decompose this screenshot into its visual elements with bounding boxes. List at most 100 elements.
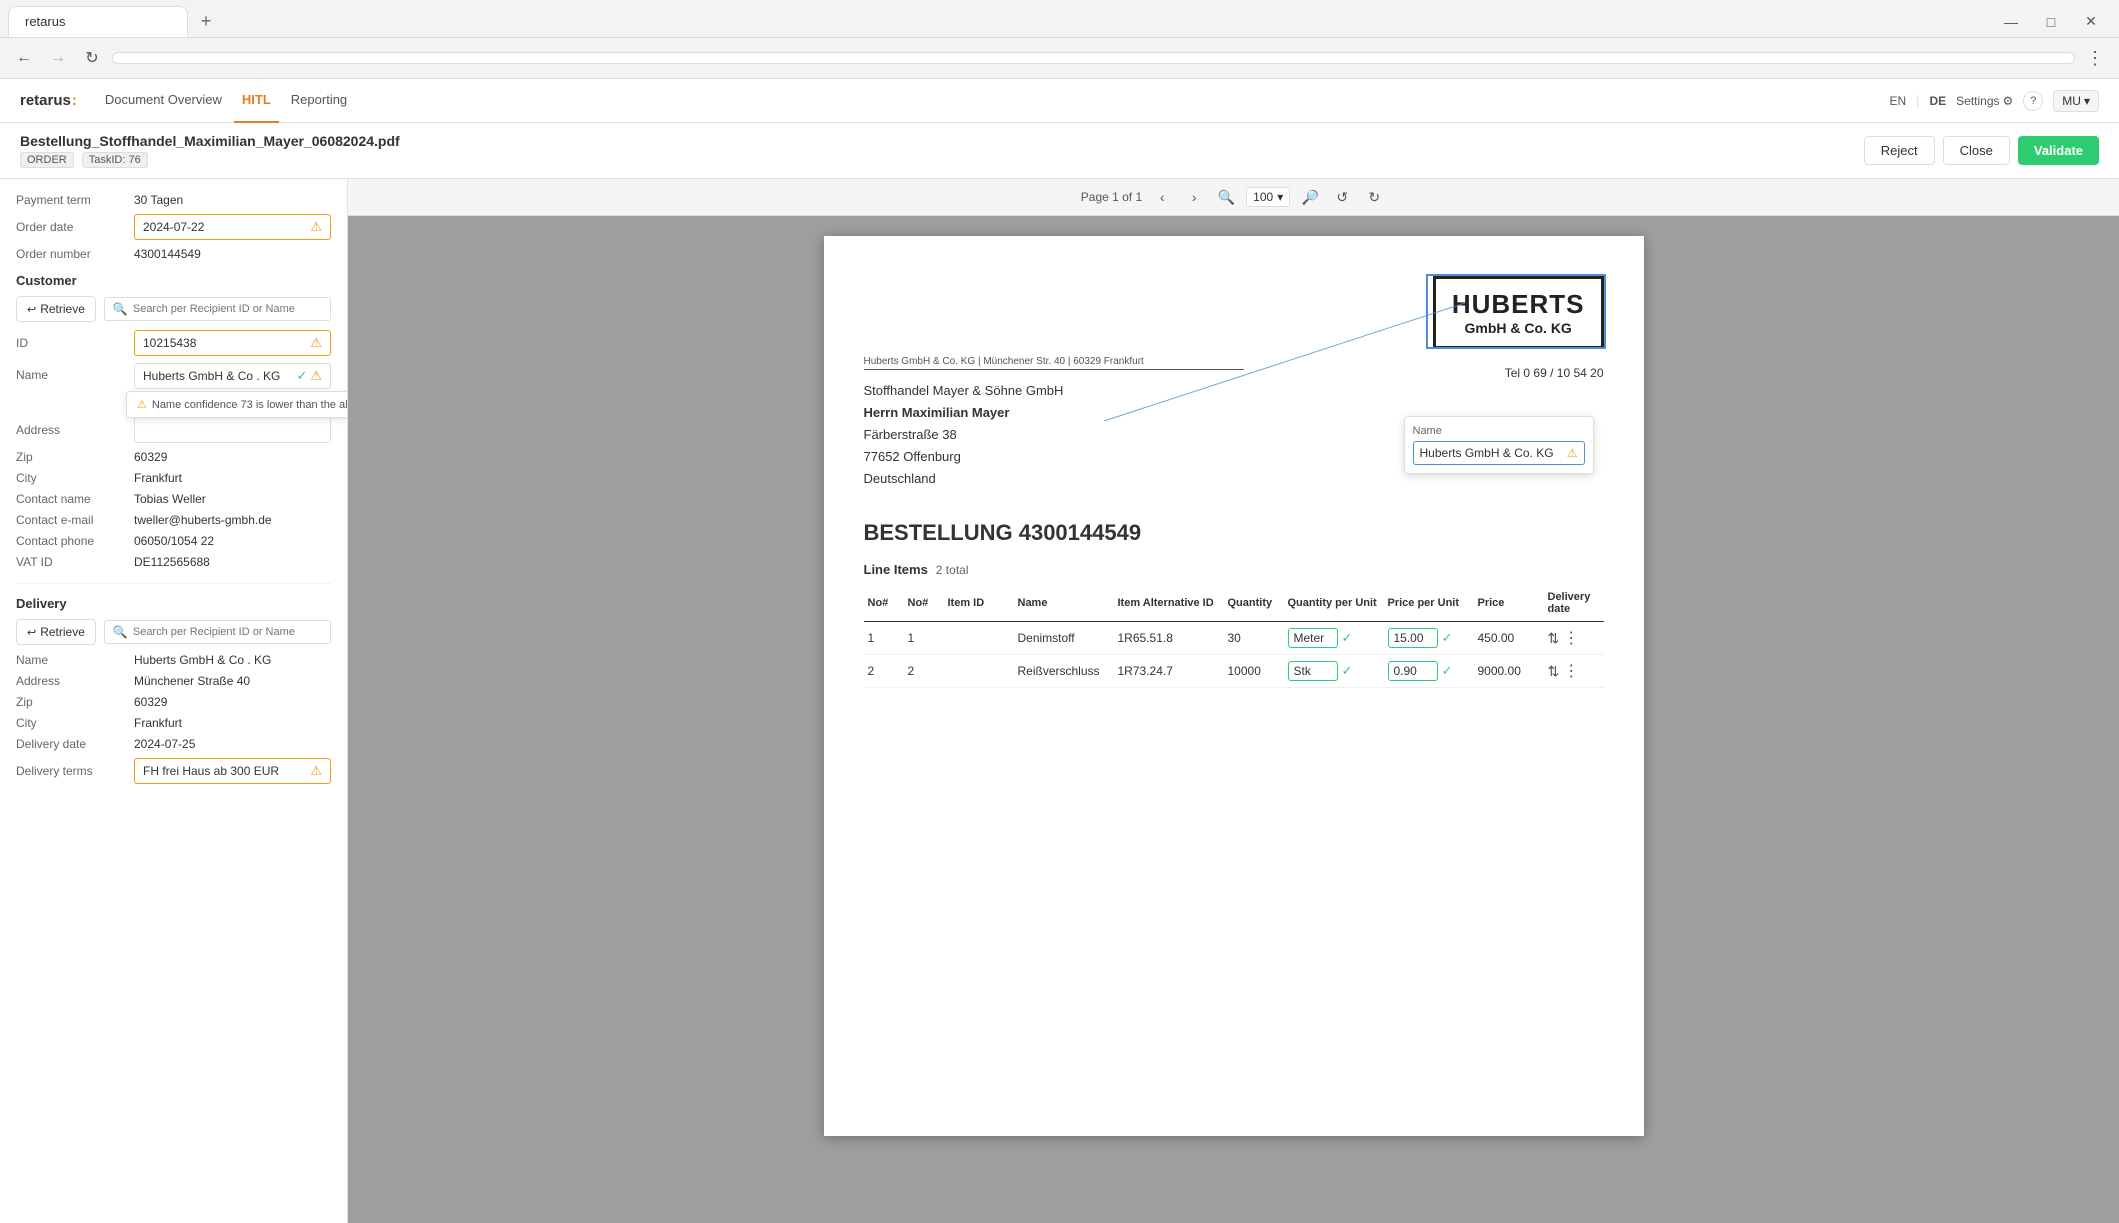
contact-name-value: Tobias Weller	[134, 492, 206, 506]
customer-id-label: ID	[16, 336, 126, 350]
customer-search-wrapper[interactable]: 🔍	[104, 297, 331, 321]
pdf-prev-page-button[interactable]: ‹	[1150, 185, 1174, 209]
reject-button[interactable]: Reject	[1864, 136, 1935, 165]
lang-en[interactable]: EN	[1889, 94, 1906, 108]
order-number-value: 4300144549	[134, 247, 201, 261]
pdf-recipient-line3: Färberstraße 38	[864, 424, 1244, 446]
customer-address-row: Address	[16, 417, 331, 443]
close-button[interactable]: Close	[1943, 136, 2010, 165]
contact-email-row: Contact e-mail tweller@huberts-gmbh.de	[16, 513, 331, 527]
user-menu-button[interactable]: MU ▾	[2053, 90, 2099, 112]
customer-name-input[interactable]: Huberts GmbH & Co . KG ✓ ⚠	[134, 363, 331, 389]
row1-price: 450.00	[1474, 622, 1544, 655]
name-warning-icon: ⚠	[310, 368, 322, 384]
pdf-logo-sub: GmbH & Co. KG	[1452, 320, 1585, 336]
pdf-recipient-line5: Deutschland	[864, 468, 1244, 490]
customer-address-input[interactable]	[134, 417, 331, 443]
delivery-city-label: City	[16, 716, 126, 730]
pdf-name-popup: Name Huberts GmbH & Co. KG ⚠	[1404, 416, 1594, 474]
pdf-recipient-line4: 77652 Offenburg	[864, 446, 1244, 468]
pdf-name-popup-input[interactable]: Huberts GmbH & Co. KG ⚠	[1413, 441, 1585, 465]
tab-bar: retarus + — □ ✕	[0, 0, 2119, 38]
pdf-content-area: HUBERTS GmbH & Co. KG Huberts GmbH & Co.…	[348, 216, 2119, 1223]
row1-qty-per-unit: Meter ✓	[1284, 622, 1384, 655]
payment-term-value: 30 Tagen	[134, 193, 183, 207]
app-nav: Document Overview HITL Reporting	[97, 79, 355, 123]
customer-zip-label: Zip	[16, 450, 126, 464]
pdf-refresh-button[interactable]: ↻	[1362, 185, 1386, 209]
order-date-input[interactable]: 2024-07-22 ⚠	[134, 214, 331, 240]
row2-qty-per-unit: Stk ✓	[1284, 655, 1384, 688]
pdf-zoom-in-button[interactable]: 🔎	[1298, 185, 1322, 209]
forward-button[interactable]: →	[44, 44, 72, 72]
pdf-page-info: Page 1 of 1	[1081, 190, 1142, 204]
row2-name: Reißverschluss	[1014, 655, 1114, 688]
row2-delivery-date: ⇅ ⋮	[1544, 655, 1604, 688]
col-header-item-id: Item ID	[944, 585, 1014, 622]
delivery-zip-label: Zip	[16, 695, 126, 709]
nav-reporting[interactable]: Reporting	[283, 79, 355, 123]
pdf-next-page-button[interactable]: ›	[1182, 185, 1206, 209]
col-header-price: Price	[1474, 585, 1544, 622]
row1-adjust-icon[interactable]: ⇅	[1548, 630, 1560, 647]
nav-document-overview[interactable]: Document Overview	[97, 79, 230, 123]
customer-retrieve-button[interactable]: ↩ Retrieve	[16, 296, 96, 322]
contact-name-label: Contact name	[16, 492, 126, 506]
search-icon: 🔍	[113, 302, 128, 316]
row2-menu-icon[interactable]: ⋮	[1563, 661, 1579, 681]
window-minimize-button[interactable]: —	[1991, 7, 2031, 37]
pdf-recipient-line1: Stoffhandel Mayer & Söhne GmbH	[864, 380, 1244, 402]
new-tab-button[interactable]: +	[192, 8, 220, 36]
reload-button[interactable]: ↻	[78, 44, 106, 72]
delivery-address-label: Address	[16, 674, 126, 688]
nav-hitl[interactable]: HITL	[234, 79, 279, 123]
pdf-rotate-button[interactable]: ↺	[1330, 185, 1354, 209]
pdf-page: HUBERTS GmbH & Co. KG Huberts GmbH & Co.…	[824, 236, 1644, 1136]
row1-qty: 30	[1224, 622, 1284, 655]
row2-qty-check-icon: ✓	[1342, 663, 1353, 679]
lang-de[interactable]: DE	[1930, 94, 1947, 108]
pdf-recipient: Stoffhandel Mayer & Söhne GmbH Herrn Max…	[864, 380, 1244, 490]
customer-name-value: Huberts GmbH & Co . KG	[143, 369, 280, 383]
app-logo: retarus:	[20, 92, 77, 109]
pdf-viewer-panel: Page 1 of 1 ‹ › 🔍 100 ▾ 🔎 ↺ ↻ HUBERT	[348, 179, 2119, 1223]
delivery-search-wrapper[interactable]: 🔍	[104, 620, 331, 644]
order-date-label: Order date	[16, 220, 126, 234]
delivery-date-label: Delivery date	[16, 737, 126, 751]
address-bar[interactable]	[112, 52, 2075, 64]
tooltip-warning-icon: ⚠	[137, 398, 147, 411]
delivery-zip-value: 60329	[134, 695, 167, 709]
delivery-terms-input[interactable]: FH frei Haus ab 300 EUR ⚠	[134, 758, 331, 784]
order-date-row: Order date 2024-07-22 ⚠	[16, 214, 331, 240]
help-button[interactable]: ?	[2023, 91, 2043, 111]
customer-id-input[interactable]: 10215438 ⚠	[134, 330, 331, 356]
document-actions: Reject Close Validate	[1864, 136, 2099, 165]
order-number-label: Order number	[16, 247, 126, 261]
document-type-badge: ORDER	[20, 152, 74, 168]
retrieve-icon: ↩	[27, 303, 36, 316]
col-header-name: Name	[1014, 585, 1114, 622]
table-row: 1 1 Denimstoff 1R65.51.8 30 Meter ✓	[864, 622, 1604, 655]
browser-menu-button[interactable]: ⋮	[2081, 44, 2109, 72]
browser-tab[interactable]: retarus	[8, 6, 188, 37]
validate-button[interactable]: Validate	[2018, 136, 2099, 165]
contact-email-value: tweller@huberts-gmbh.de	[134, 513, 272, 527]
pdf-zoom-out-button[interactable]: 🔍	[1214, 185, 1238, 209]
window-close-button[interactable]: ✕	[2071, 7, 2111, 37]
row1-price-per-unit: 15.00 ✓	[1384, 622, 1474, 655]
window-maximize-button[interactable]: □	[2031, 7, 2071, 37]
pdf-recipient-line2: Herrn Maximilian Mayer	[864, 402, 1244, 424]
delivery-terms-value: FH frei Haus ab 300 EUR	[143, 764, 279, 778]
back-button[interactable]: ←	[10, 44, 38, 72]
row2-adjust-icon[interactable]: ⇅	[1548, 663, 1560, 680]
customer-search-input[interactable]	[133, 303, 322, 315]
delivery-retrieve-row: ↩ Retrieve 🔍	[16, 619, 331, 645]
delivery-date-row: Delivery date 2024-07-25	[16, 737, 331, 751]
customer-name-row: Name Huberts GmbH & Co . KG ✓ ⚠ ⚠ Name c…	[16, 363, 331, 389]
row1-col3	[944, 622, 1014, 655]
settings-button[interactable]: Settings ⚙	[1956, 94, 2013, 108]
row1-menu-icon[interactable]: ⋮	[1563, 628, 1579, 648]
customer-address-label: Address	[16, 423, 126, 437]
delivery-retrieve-button[interactable]: ↩ Retrieve	[16, 619, 96, 645]
delivery-search-input[interactable]	[133, 626, 322, 638]
